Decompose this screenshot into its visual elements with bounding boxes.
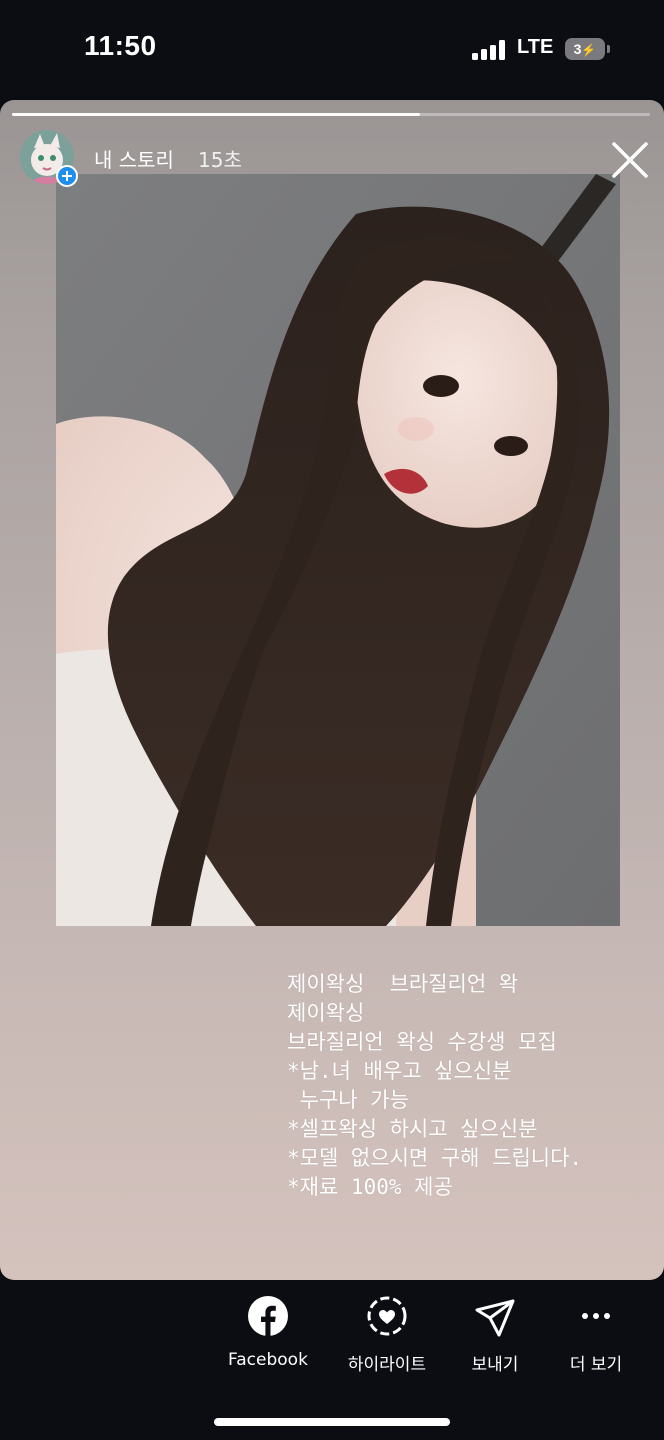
network-type: LTE — [517, 36, 554, 58]
more-label: 더 보기 — [569, 1355, 623, 1375]
caption-line: 제이왁싱 — [287, 1001, 365, 1025]
story-username[interactable]: 내 스토리 — [94, 144, 174, 173]
status-bar: 11:50 LTE 3⚡ — [0, 0, 664, 100]
story-photo — [56, 174, 620, 926]
status-time: 11:50 — [84, 30, 157, 61]
facebook-icon — [246, 1296, 290, 1340]
facebook-button[interactable]: Facebook — [208, 1296, 328, 1370]
battery-icon: 3⚡ — [565, 38, 605, 60]
story-caption: 제이왁싱 브라질리언 왁 제이왁싱 브라질리언 왁싱 수강생 모집 *남.녀 배… — [287, 970, 657, 1202]
caption-line: *남.녀 배우고 싶으신분 — [287, 1059, 512, 1083]
add-story-plus-icon[interactable] — [56, 165, 78, 187]
caption-line: *셀프왁싱 하시고 싶으신분 — [287, 1117, 538, 1141]
highlight-icon — [365, 1296, 409, 1340]
battery-cap — [607, 45, 610, 53]
caption-line: 제이왁싱 브라질리언 왁 — [287, 972, 519, 996]
highlight-button[interactable]: 하이라이트 — [327, 1296, 447, 1375]
more-button[interactable]: 더 보기 — [536, 1296, 656, 1375]
home-indicator[interactable] — [214, 1418, 450, 1426]
signal-icon — [472, 40, 506, 60]
send-icon — [473, 1296, 517, 1340]
story-progress-bar — [12, 113, 650, 116]
more-icon — [574, 1296, 618, 1340]
story-time-ago: 15초 — [198, 148, 242, 172]
caption-line: *재료 100% 제공 — [287, 1175, 453, 1199]
caption-line: 브라질리언 왁싱 수강생 모집 — [287, 1030, 557, 1054]
story-action-bar: Facebook 하이라이트 보내기 더 보기 — [0, 1280, 664, 1440]
highlight-label: 하이라이트 — [347, 1355, 427, 1375]
close-icon[interactable] — [608, 138, 652, 182]
facebook-label: Facebook — [228, 1350, 308, 1370]
story-progress-fill — [12, 113, 421, 116]
story-card[interactable]: 내 스토리 15초 제이왁싱 브라질리언 왁 제이왁싱 브라질리언 왁싱 수강생… — [0, 100, 664, 1280]
caption-line: *모델 없으시면 구해 드립니다. — [287, 1146, 583, 1170]
caption-line: 누구나 가능 — [287, 1088, 409, 1112]
